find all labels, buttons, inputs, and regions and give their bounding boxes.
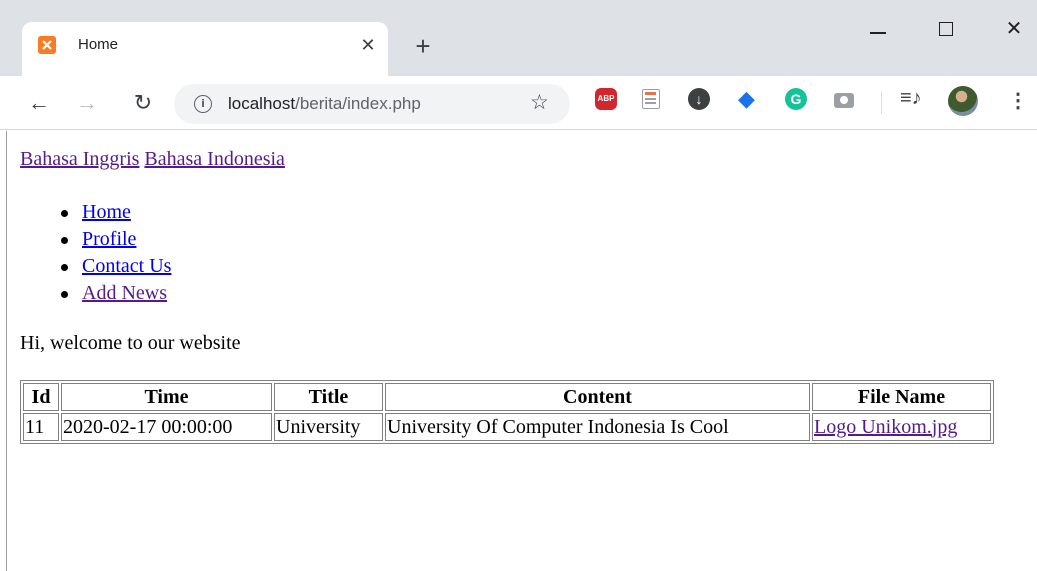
bookmark-star-icon[interactable]: ☆ [530, 90, 549, 115]
info-icon[interactable]: i [194, 95, 212, 113]
close-icon: ✕ [1005, 18, 1023, 40]
download-icon[interactable]: ↓ [688, 88, 710, 110]
nav-item-home: Home [40, 199, 171, 226]
avatar[interactable] [948, 86, 978, 116]
arrow-left-icon: ← [28, 90, 50, 115]
news-table: Id Time Title Content File Name 11 2020-… [20, 380, 994, 444]
notes-icon[interactable] [642, 89, 664, 111]
nav-link-profile[interactable]: Profile [82, 228, 136, 250]
new-tab-button[interactable]: + [408, 32, 438, 62]
camera-icon[interactable] [834, 88, 856, 110]
cell-content: University Of Computer Indonesia Is Cool [385, 413, 810, 441]
cell-file-name: Logo Unikom.jpg [812, 413, 991, 441]
minimize-icon [870, 32, 886, 34]
nav-link-add-news[interactable]: Add News [82, 282, 167, 304]
column-header-content: Content [385, 383, 810, 411]
nav-item-add-news: Add News [40, 280, 171, 307]
browser-tab-home[interactable]: Home ✕ [22, 22, 388, 76]
column-header-file-name: File Name [812, 383, 991, 411]
column-header-time: Time [61, 383, 272, 411]
reload-icon: ↻ [133, 90, 153, 115]
table-row: 11 2020-02-17 00:00:00 University Univer… [23, 413, 991, 441]
toolbar-divider [881, 92, 882, 114]
maximize-icon [939, 22, 953, 36]
bullet-icon [61, 264, 68, 271]
arrow-right-icon: → [76, 90, 98, 115]
cell-title: University [274, 413, 383, 441]
cell-time: 2020-02-17 00:00:00 [61, 413, 272, 441]
media-controls-icon[interactable]: ≡♪ [900, 87, 922, 109]
minimize-button[interactable] [858, 14, 898, 44]
url-host: localhost [228, 94, 296, 113]
link-bahasa-inggris[interactable]: Bahasa Inggris [20, 148, 139, 170]
nav-link-contact-us[interactable]: Contact Us [82, 255, 171, 277]
nav-item-profile: Profile [40, 226, 171, 253]
welcome-message: Hi, welcome to our website [20, 332, 241, 354]
address-bar[interactable]: i localhost/berita/index.php ☆ [174, 84, 570, 124]
page-content: Bahasa Inggris Bahasa Indonesia Home Pro… [0, 131, 1037, 571]
window-close-button[interactable]: ✕ [994, 14, 1034, 44]
language-links: Bahasa Inggris Bahasa Indonesia [20, 148, 285, 171]
bullet-icon [61, 210, 68, 217]
xampp-icon [38, 36, 56, 54]
forward-button[interactable]: → [72, 88, 102, 118]
tab-close-icon[interactable]: ✕ [357, 34, 379, 56]
bullet-icon [61, 237, 68, 244]
bullet-icon [61, 291, 68, 298]
cell-id: 11 [23, 413, 59, 441]
link-bahasa-indonesia[interactable]: Bahasa Indonesia [144, 148, 285, 170]
grammarly-icon[interactable]: G [785, 88, 807, 110]
nav-item-contact-us: Contact Us [40, 253, 171, 280]
file-link[interactable]: Logo Unikom.jpg [814, 416, 957, 438]
main-nav: Home Profile Contact Us Add News [40, 199, 171, 307]
maximize-button[interactable] [927, 14, 967, 44]
graduation-cap-icon[interactable]: ◆ [738, 88, 760, 110]
nav-link-home[interactable]: Home [82, 201, 131, 223]
reload-button[interactable]: ↻ [128, 88, 158, 118]
url-path: /berita/index.php [295, 94, 421, 113]
menu-dots-icon[interactable]: ⋮ [1008, 88, 1028, 114]
back-button[interactable]: ← [24, 88, 54, 118]
url-text[interactable]: localhost/berita/index.php [228, 94, 421, 114]
adblock-plus-icon[interactable]: ABP [595, 88, 617, 110]
column-header-title: Title [274, 383, 383, 411]
table-header-row: Id Time Title Content File Name [23, 383, 991, 411]
tab-title: Home [78, 36, 119, 53]
column-header-id: Id [23, 383, 59, 411]
tab-strip: Home ✕ + ✕ [0, 0, 1037, 76]
